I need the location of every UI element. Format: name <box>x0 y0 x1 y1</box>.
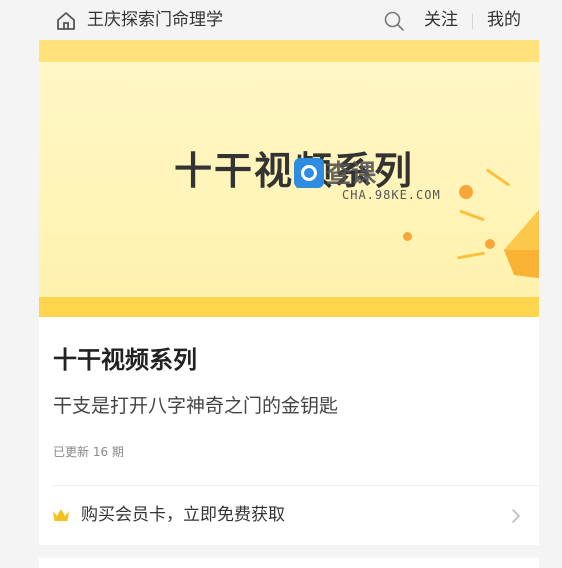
banner-top-stripe <box>39 40 539 62</box>
decoration-dot <box>459 185 473 199</box>
top-nav-bar: 王庆探索门命理学 关注 我的 <box>39 0 539 40</box>
buy-membership-row[interactable]: 购买会员卡，立即免费获取 <box>39 486 539 545</box>
watermark-logo-icon <box>294 158 324 188</box>
page: 王庆探索门命理学 关注 我的 查课 CHA.98KE.COM 十干视频系列 干支… <box>0 0 562 568</box>
follow-button[interactable]: 关注 <box>424 8 458 32</box>
next-card-edge <box>39 558 539 568</box>
course-subtitle: 干支是打开八字神奇之门的金钥匙 <box>53 395 339 417</box>
update-count: 已更新 16 期 <box>53 445 124 459</box>
course-title: 十干视频系列 <box>53 346 197 374</box>
decoration-dot <box>403 232 412 241</box>
megaphone-icon <box>494 190 539 300</box>
nav-divider <box>472 13 473 29</box>
home-icon[interactable] <box>55 10 77 32</box>
course-banner[interactable]: 十干视频系列 查课 CHA.98KE.COM <box>39 40 539 317</box>
shop-title[interactable]: 王庆探索门命理学 <box>87 8 223 32</box>
chevron-right-icon <box>510 508 522 524</box>
watermark-url: CHA.98KE.COM <box>342 188 441 202</box>
mine-button[interactable]: 我的 <box>487 8 521 32</box>
banner-bottom-stripe <box>39 297 539 317</box>
course-card: 十干视频系列 查课 CHA.98KE.COM 十干视频系列 干支是打开八字神奇之… <box>39 40 539 545</box>
crown-icon <box>52 508 70 523</box>
membership-label: 购买会员卡，立即免费获取 <box>81 505 285 525</box>
search-icon[interactable] <box>383 10 405 32</box>
watermark-text: 查课 <box>326 159 377 188</box>
